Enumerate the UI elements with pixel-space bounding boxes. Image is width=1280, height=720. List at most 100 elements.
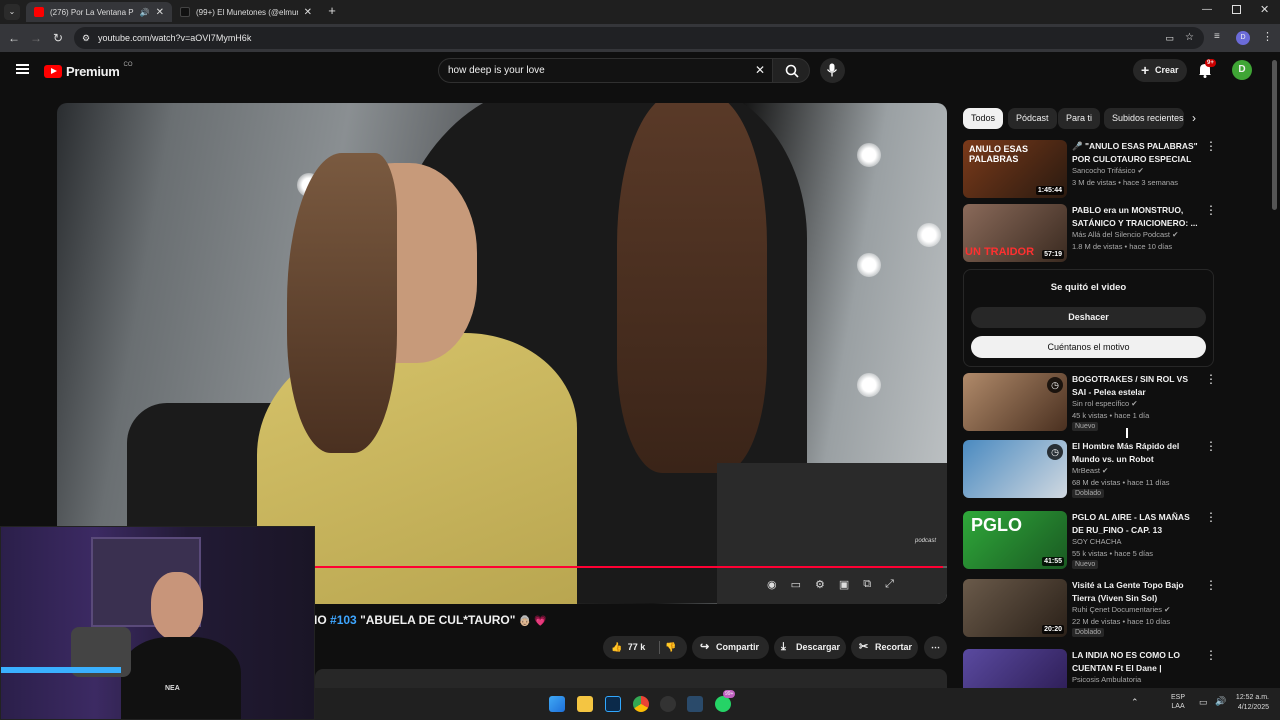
forward-arrow-icon[interactable]: → bbox=[28, 30, 44, 46]
autoplay-toggle-icon[interactable]: ◉ bbox=[767, 578, 777, 591]
channel-name[interactable]: MrBeast ✔ bbox=[1072, 466, 1108, 475]
recommendation-item[interactable]: ANULO ESAS PALABRAS 1:45:44 🎤 "ANULO ESA… bbox=[963, 140, 1223, 200]
create-button[interactable]: + Crear bbox=[1133, 59, 1187, 82]
video-title[interactable]: Visité a La Gente Topo Bajo Tierra (Vive… bbox=[1072, 579, 1200, 604]
more-options-icon[interactable]: ⋮ bbox=[1205, 440, 1217, 452]
miniplayer-icon[interactable]: ▣ bbox=[839, 578, 849, 591]
channel-name[interactable]: Sin rol específico ✔ bbox=[1072, 399, 1138, 408]
more-options-icon[interactable]: ⋮ bbox=[1205, 649, 1217, 661]
tab-list-dropdown[interactable]: ⌄ bbox=[4, 4, 20, 20]
video-title[interactable]: BOGOTRAKES / SIN ROL VS SAI - Pelea este… bbox=[1072, 373, 1200, 398]
clock[interactable]: 12:52 a.m. 4/12/2025 bbox=[1227, 693, 1269, 713]
video-title[interactable]: LA INDIA NO ES COMO LO CUENTAN Ft El Dan… bbox=[1072, 649, 1200, 674]
more-options-icon[interactable]: ⋮ bbox=[1205, 373, 1217, 385]
chip-for-you[interactable]: Para ti bbox=[1058, 108, 1101, 129]
tell-us-why-button[interactable]: Cuéntanos el motivo bbox=[971, 336, 1206, 358]
tray-chevron-icon[interactable]: ⌃ bbox=[1131, 697, 1139, 708]
clip-button[interactable]: ✂ Recortar bbox=[851, 636, 918, 659]
channel-name[interactable]: SOY CHACHA bbox=[1072, 537, 1121, 546]
maximize-window-button[interactable] bbox=[1232, 5, 1241, 14]
page-scrollbar[interactable] bbox=[1272, 60, 1277, 210]
recommendation-item[interactable]: UN TRAIDOR 57:19 PABLO era un MONSTRUO, … bbox=[963, 204, 1223, 264]
more-options-icon[interactable]: ⋮ bbox=[1205, 204, 1217, 216]
hamburger-menu-icon[interactable] bbox=[16, 64, 29, 74]
install-app-icon[interactable]: ▭ bbox=[1165, 27, 1174, 49]
like-button[interactable]: 👍 77 k bbox=[611, 636, 645, 659]
video-thumbnail[interactable]: 20:20 bbox=[963, 579, 1067, 637]
cast-icon[interactable]: ⧉ bbox=[863, 578, 871, 591]
description-box[interactable] bbox=[315, 669, 947, 689]
app-icon[interactable] bbox=[687, 696, 703, 712]
dislike-button[interactable]: 👎 bbox=[665, 636, 676, 659]
voice-search-button[interactable] bbox=[820, 58, 845, 83]
more-options-icon[interactable]: ⋮ bbox=[1205, 140, 1217, 152]
input-language[interactable]: ESP LAA bbox=[1171, 693, 1185, 711]
channel-name[interactable]: Sancocho Trifásico ✔ bbox=[1072, 166, 1144, 175]
watch-later-clock-icon[interactable]: ◷ bbox=[1047, 377, 1063, 393]
browser-tab-youtube[interactable]: (276) Por La Ventana Podc 🔊 ✕ bbox=[26, 2, 172, 22]
channel-name[interactable]: Más Allá del Silencio Podcast ✔ bbox=[1072, 230, 1178, 239]
windows-start-icon[interactable] bbox=[549, 696, 565, 712]
obs-icon[interactable] bbox=[660, 696, 676, 712]
recommendation-item[interactable]: 20:20 Visité a La Gente Topo Bajo Tierra… bbox=[963, 579, 1223, 639]
new-tab-button[interactable]: + bbox=[324, 3, 340, 19]
profile-avatar[interactable]: D bbox=[1236, 31, 1250, 45]
chrome-icon[interactable] bbox=[633, 696, 649, 712]
video-title[interactable]: 🎤 "ANULO ESAS PALABRAS" POR CULOTAURO ES… bbox=[1072, 140, 1200, 165]
back-arrow-icon[interactable]: ← bbox=[6, 30, 22, 46]
subtitles-icon[interactable]: ▭ bbox=[791, 578, 801, 591]
video-thumbnail[interactable]: ◷ bbox=[963, 440, 1067, 498]
address-bar[interactable]: ⚙ youtube.com/watch?v=aOVI7MymH6k ▭ ☆ bbox=[74, 27, 1204, 49]
recommendation-item[interactable]: ◷ El Hombre Más Rápido del Mundo vs. un … bbox=[963, 440, 1223, 500]
video-thumbnail[interactable]: PGLO 41:55 bbox=[963, 511, 1067, 569]
more-actions-button[interactable]: ⋯ bbox=[924, 636, 947, 659]
notifications-button[interactable]: 9+ bbox=[1198, 59, 1216, 80]
video-thumbnail[interactable]: ◷ bbox=[963, 373, 1067, 431]
browser-menu-icon[interactable]: ⋮ bbox=[1262, 30, 1273, 43]
youtube-logo[interactable]: Premium CO bbox=[44, 62, 133, 79]
video-thumbnail[interactable]: UN TRAIDOR 57:19 bbox=[963, 204, 1067, 262]
network-icon[interactable]: ▭ bbox=[1199, 697, 1208, 708]
whatsapp-icon[interactable]: 99+ bbox=[715, 690, 736, 712]
bookmark-star-icon[interactable]: ☆ bbox=[1185, 27, 1194, 49]
channel-name[interactable]: Psicosis Ambulatoria bbox=[1072, 675, 1141, 684]
photoshop-icon[interactable] bbox=[605, 696, 621, 712]
video-title[interactable]: PABLO era un MONSTRUO, SATÁNICO Y TRAICI… bbox=[1072, 204, 1200, 229]
chip-recently-uploaded[interactable]: Subidos recientes bbox=[1104, 108, 1184, 129]
volume-icon[interactable]: 🔊 bbox=[1215, 696, 1226, 707]
search-button[interactable] bbox=[772, 58, 810, 83]
more-options-icon[interactable]: ⋮ bbox=[1205, 579, 1217, 591]
watch-later-clock-icon[interactable]: ◷ bbox=[1047, 444, 1063, 460]
close-tab-icon[interactable]: ✕ bbox=[304, 7, 312, 18]
close-tab-icon[interactable]: ✕ bbox=[156, 7, 164, 18]
video-thumbnail[interactable]: ANULO ESAS PALABRAS 1:45:44 bbox=[963, 140, 1067, 198]
site-info-icon[interactable]: ⚙ bbox=[82, 27, 90, 49]
search-input[interactable]: how deep is your love ✕ bbox=[438, 58, 774, 83]
settings-gear-icon[interactable]: ⚙ bbox=[815, 578, 825, 591]
account-avatar[interactable]: D bbox=[1232, 60, 1252, 80]
recommendation-item[interactable]: PGLO 41:55 PGLO AL AIRE - LAS MAÑAS DE R… bbox=[963, 511, 1223, 571]
video-title[interactable]: PGLO AL AIRE - LAS MAÑAS DE RU_FINO - CA… bbox=[1072, 511, 1200, 536]
more-options-icon[interactable]: ⋮ bbox=[1205, 511, 1217, 523]
download-button[interactable]: ⤓ Descargar bbox=[774, 636, 846, 659]
share-button[interactable]: ↪ Compartir bbox=[692, 636, 769, 659]
close-window-button[interactable]: ✕ bbox=[1260, 3, 1269, 16]
fullscreen-icon[interactable]: ⤢ bbox=[885, 578, 894, 591]
file-explorer-icon[interactable] bbox=[577, 696, 593, 712]
clear-search-icon[interactable]: ✕ bbox=[755, 59, 765, 82]
chip-all[interactable]: Todos bbox=[963, 108, 1004, 129]
minimize-window-button[interactable]: — bbox=[1202, 4, 1212, 15]
browser-tab-tiktok[interactable]: (99+) El Munetones (@elmune ✕ bbox=[172, 2, 320, 22]
chips-next-arrow-icon[interactable]: › bbox=[1192, 111, 1196, 125]
reload-icon[interactable]: ↻ bbox=[50, 30, 66, 46]
recommendation-item[interactable]: ◷ BOGOTRAKES / SIN ROL VS SAI - Pelea es… bbox=[963, 373, 1223, 433]
title-hashtag[interactable]: #103 bbox=[330, 613, 357, 627]
media-control-icon[interactable]: ≡ bbox=[1214, 31, 1220, 42]
undo-button[interactable]: Deshacer bbox=[971, 307, 1206, 328]
video-title[interactable]: El Hombre Más Rápido del Mundo vs. un Ro… bbox=[1072, 440, 1200, 465]
video-thumbnail[interactable] bbox=[963, 649, 1067, 689]
recommendation-item[interactable]: LA INDIA NO ES COMO LO CUENTAN Ft El Dan… bbox=[963, 649, 1223, 689]
channel-name[interactable]: Ruhi Çenet Documentaries ✔ bbox=[1072, 605, 1170, 614]
chip-podcasts[interactable]: Pódcast bbox=[1008, 108, 1057, 129]
speaker-icon[interactable]: 🔊 bbox=[140, 8, 150, 17]
